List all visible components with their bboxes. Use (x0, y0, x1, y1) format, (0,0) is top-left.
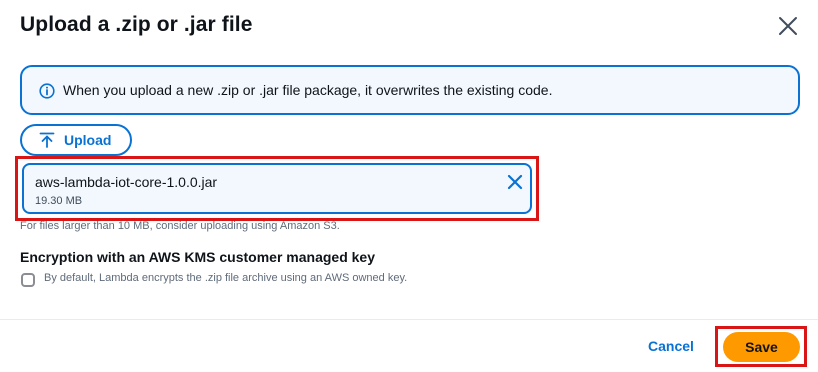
encryption-description: By default, Lambda encrypts the .zip fil… (44, 272, 408, 284)
close-button[interactable] (776, 14, 800, 38)
encryption-checkbox[interactable] (21, 273, 35, 287)
footer-divider (0, 319, 818, 320)
info-alert-text: When you upload a new .zip or .jar file … (63, 82, 553, 98)
upload-dialog: Upload a .zip or .jar file When you uplo… (0, 0, 818, 372)
file-name: aws-lambda-iot-core-1.0.0.jar (35, 174, 218, 190)
file-size: 19.30 MB (35, 195, 83, 207)
encryption-label: Encryption with an AWS KMS customer mana… (20, 249, 375, 265)
save-button[interactable]: Save (723, 332, 800, 362)
info-alert: When you upload a new .zip or .jar file … (20, 65, 800, 115)
file-token: aws-lambda-iot-core-1.0.0.jar 19.30 MB (22, 163, 532, 214)
save-button-label: Save (745, 339, 778, 355)
close-icon (779, 17, 797, 35)
upload-hint: For files larger than 10 MB, consider up… (20, 220, 340, 232)
upload-button[interactable]: Upload (20, 124, 132, 156)
remove-file-button[interactable] (506, 173, 524, 191)
upload-arrow-icon (39, 132, 55, 148)
dialog-title: Upload a .zip or .jar file (20, 13, 253, 36)
upload-button-label: Upload (64, 132, 112, 148)
cancel-button[interactable]: Cancel (648, 338, 694, 354)
info-icon (39, 83, 55, 99)
close-icon (507, 174, 523, 190)
